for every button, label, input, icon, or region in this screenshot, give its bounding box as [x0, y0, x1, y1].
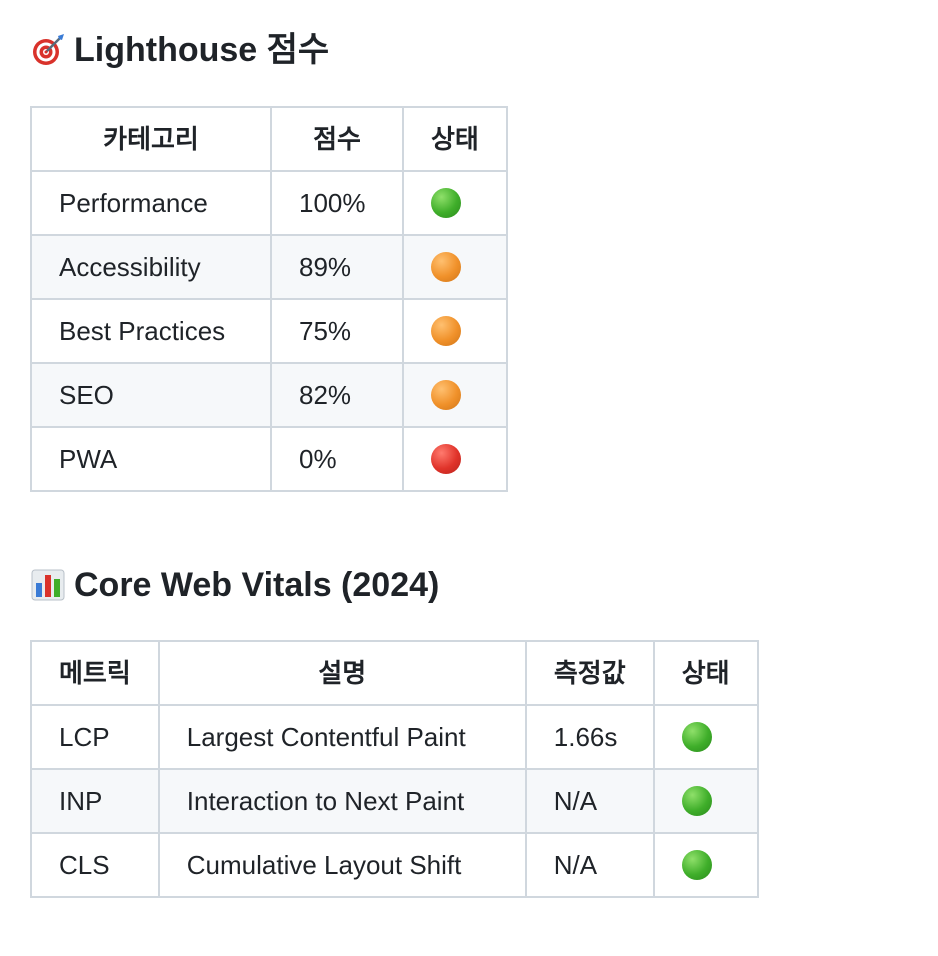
table-row: SEO 82%	[30, 362, 508, 428]
score-cell: 75%	[270, 298, 404, 364]
description-cell: Largest Contentful Paint	[157, 704, 527, 770]
status-cell	[402, 362, 508, 428]
status-orange-circle-icon	[431, 379, 461, 410]
category-cell: Best Practices	[30, 298, 272, 364]
table-header-row: 카테고리 점수 상태	[30, 106, 508, 172]
table-header-row: 메트릭 설명 측정값 상태	[30, 640, 759, 706]
status-red-circle-icon	[431, 443, 461, 474]
status-green-circle-icon	[681, 785, 712, 816]
table-row: Performance 100%	[30, 170, 508, 236]
category-cell: PWA	[30, 426, 272, 492]
lighthouse-heading: Lighthouse 점수	[30, 30, 329, 70]
metric-cell: CLS	[30, 832, 160, 898]
table-row: CLS Cumulative Layout Shift N/A	[30, 832, 759, 898]
column-header-value: 측정값	[524, 640, 655, 706]
score-cell: 82%	[270, 362, 404, 428]
lighthouse-title: Lighthouse 점수	[74, 31, 330, 69]
bar-chart-icon	[30, 567, 66, 603]
category-cell: SEO	[30, 362, 272, 428]
status-cell	[402, 234, 508, 300]
status-green-circle-icon	[431, 187, 461, 218]
category-cell: Performance	[30, 170, 272, 236]
status-cell	[402, 426, 508, 492]
status-cell	[652, 768, 759, 834]
vitals-table: 메트릭 설명 측정값 상태 LCP Largest Contentful Pai…	[30, 640, 759, 898]
status-green-circle-icon	[681, 721, 712, 752]
column-header-status: 상태	[402, 106, 508, 172]
table-row: INP Interaction to Next Paint N/A	[30, 768, 759, 834]
metric-cell: LCP	[30, 704, 160, 770]
score-cell: 0%	[270, 426, 404, 492]
table-row: LCP Largest Contentful Paint 1.66s	[30, 704, 759, 770]
value-cell: N/A	[524, 768, 655, 834]
status-cell	[402, 298, 508, 364]
lighthouse-table: 카테고리 점수 상태 Performance 100% Accessibilit…	[30, 106, 508, 492]
column-header-metric: 메트릭	[30, 640, 160, 706]
status-cell	[652, 704, 759, 770]
value-cell: 1.66s	[524, 704, 655, 770]
description-cell: Interaction to Next Paint	[157, 768, 527, 834]
score-cell: 89%	[270, 234, 404, 300]
value-cell: N/A	[524, 832, 655, 898]
vitals-title: Core Web Vitals (2024)	[74, 566, 440, 604]
table-row: Accessibility 89%	[30, 234, 508, 300]
status-cell	[402, 170, 508, 236]
status-cell	[652, 832, 759, 898]
vitals-heading: Core Web Vitals (2024)	[30, 565, 439, 605]
table-row: PWA 0%	[30, 426, 508, 492]
description-cell: Cumulative Layout Shift	[157, 832, 527, 898]
metric-cell: INP	[30, 768, 160, 834]
column-header-status: 상태	[652, 640, 759, 706]
category-cell: Accessibility	[30, 234, 272, 300]
status-green-circle-icon	[681, 849, 712, 880]
target-dart-icon	[30, 32, 66, 68]
status-orange-circle-icon	[431, 251, 461, 282]
column-header-category: 카테고리	[30, 106, 272, 172]
table-row: Best Practices 75%	[30, 298, 508, 364]
column-header-score: 점수	[270, 106, 404, 172]
status-orange-circle-icon	[431, 315, 461, 346]
column-header-description: 설명	[157, 640, 527, 706]
score-cell: 100%	[270, 170, 404, 236]
